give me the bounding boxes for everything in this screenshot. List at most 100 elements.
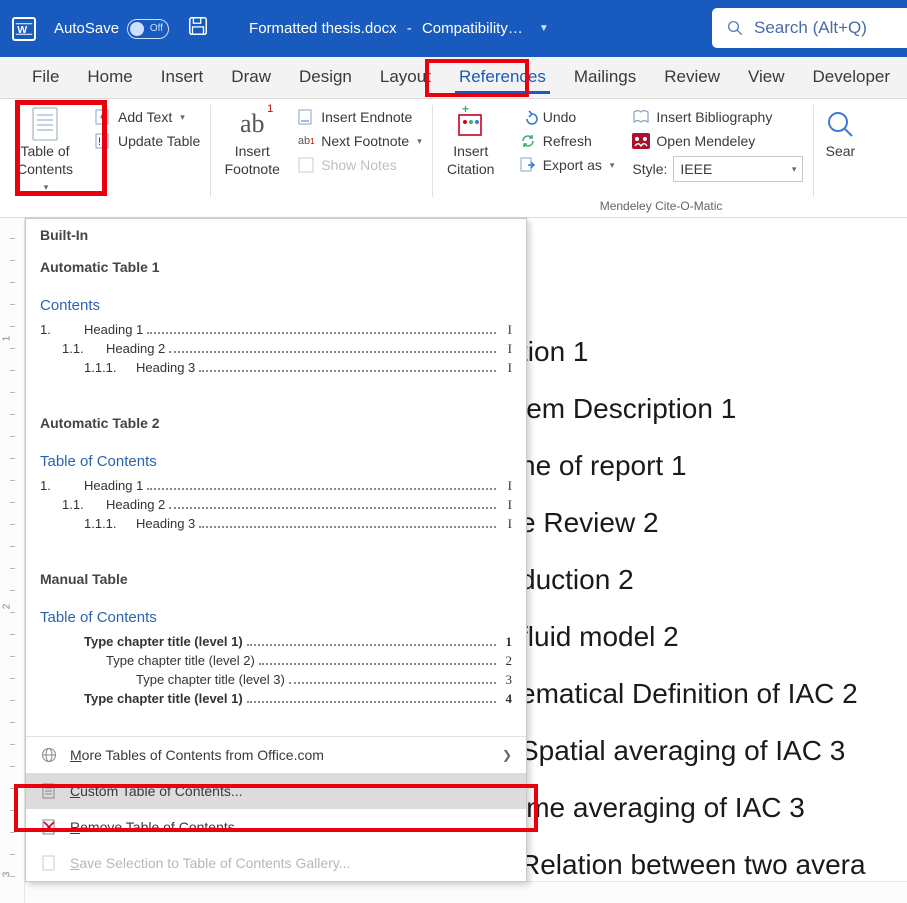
- ribbon-group-mendeley: Undo Refresh Export as ▾ Insert Bibliogr…: [509, 99, 814, 217]
- toc-builtin-header: Built-In: [26, 219, 526, 249]
- toc-preview-line: Type chapter title (level 1)4: [40, 691, 512, 707]
- tab-review[interactable]: Review: [650, 57, 734, 98]
- style-value: IEEE: [680, 161, 712, 177]
- toc-preview-title: Table of Contents: [40, 609, 512, 626]
- toc-more-office-button[interactable]: More Tables of Contents from Office.com …: [26, 737, 526, 773]
- document-line[interactable]: fluid model 2: [520, 623, 907, 651]
- tab-draw[interactable]: Draw: [217, 57, 285, 98]
- toc-preview-line: 1.1.1.Heading 3I: [40, 360, 512, 376]
- refresh-label: Refresh: [543, 133, 592, 149]
- toc-button-line1: Table of: [20, 143, 69, 159]
- chevron-right-icon: ❯: [502, 748, 512, 762]
- toc-style-option[interactable]: Automatic Table 1Contents1.Heading 1I1.1…: [26, 249, 526, 405]
- export-as-label: Export as: [543, 157, 602, 173]
- bibliography-icon: [632, 108, 650, 126]
- insert-citation-line2: Citation: [447, 161, 494, 177]
- document-body[interactable]: tion 1 lem Description 1 ne of report 1 e R…: [520, 338, 907, 903]
- chevron-down-icon: ▾: [180, 112, 185, 123]
- toggle-state-label: Off: [150, 23, 163, 34]
- chevron-down-icon[interactable]: ▾: [792, 164, 797, 175]
- show-notes-label: Show Notes: [321, 157, 396, 173]
- tab-design[interactable]: Design: [285, 57, 366, 98]
- next-footnote-button[interactable]: ab1 Next Footnote ▾: [293, 129, 425, 153]
- search-tools-label: Sear: [826, 143, 856, 159]
- show-notes-icon: [297, 156, 315, 174]
- undo-button[interactable]: Undo: [515, 105, 619, 129]
- title-bar: W AutoSave Off Formatted thesis.docx - C…: [0, 0, 907, 57]
- insert-footnote-button[interactable]: ab Insert Footnote: [217, 105, 287, 199]
- update-table-label: Update Table: [118, 133, 200, 149]
- add-text-label: Add Text: [118, 109, 172, 125]
- add-text-icon: +: [94, 108, 112, 126]
- chevron-down-icon[interactable]: ▼: [539, 23, 549, 34]
- export-as-button[interactable]: Export as ▾: [515, 153, 619, 177]
- undo-label: Undo: [543, 109, 576, 125]
- toc-button-line2: Contents: [17, 161, 73, 177]
- tab-references[interactable]: References: [445, 57, 560, 98]
- insert-footnote-icon: ab: [235, 107, 269, 141]
- toc-preview-line: 1.1.Heading 2I: [40, 497, 512, 513]
- save-gallery-icon: [40, 854, 58, 872]
- document-line[interactable]: tion 1: [520, 338, 907, 366]
- tab-layout[interactable]: Layout: [366, 57, 445, 98]
- toc-remove-button[interactable]: Remove Table of Contents: [26, 809, 526, 845]
- document-line[interactable]: ne of report 1: [520, 452, 907, 480]
- insert-citation-button[interactable]: + Insert Citation: [439, 105, 503, 199]
- autosave-control[interactable]: AutoSave Off: [54, 19, 169, 39]
- toc-remove-label: emove Table of Contents: [80, 819, 235, 835]
- ribbon-group-footnotes: ab Insert Footnote Insert Endnote ab1 Ne…: [211, 99, 431, 217]
- undo-icon: [519, 108, 537, 126]
- document-line[interactable]: duction 2: [520, 566, 907, 594]
- tab-file[interactable]: File: [18, 57, 73, 98]
- insert-bibliography-button[interactable]: Insert Bibliography: [628, 105, 807, 129]
- toc-preview-line: Type chapter title (level 3)3: [40, 672, 512, 688]
- document-title[interactable]: Formatted thesis.docx - Compatibility… ▼: [249, 20, 549, 37]
- insert-endnote-button[interactable]: Insert Endnote: [293, 105, 425, 129]
- insert-bibliography-label: Insert Bibliography: [656, 109, 772, 125]
- ribbon-group-citation: + Insert Citation: [433, 99, 509, 217]
- style-select[interactable]: IEEE ▾: [673, 156, 803, 182]
- next-footnote-icon: ab1: [297, 132, 315, 150]
- add-text-button[interactable]: + Add Text ▾: [90, 105, 204, 129]
- toc-style-title: Automatic Table 1: [40, 259, 512, 275]
- toc-preview-title: Table of Contents: [40, 453, 512, 470]
- document-line[interactable]: ime averaging of IAC 3: [520, 794, 907, 822]
- tab-home[interactable]: Home: [73, 57, 146, 98]
- toc-style-option[interactable]: Automatic Table 2Table of Contents1.Head…: [26, 405, 526, 561]
- open-mendeley-button[interactable]: Open Mendeley: [628, 129, 807, 153]
- toc-custom-button[interactable]: Custom Table of Contents...: [26, 773, 526, 809]
- refresh-button[interactable]: Refresh: [515, 129, 619, 153]
- tab-developer[interactable]: Developer: [799, 57, 905, 98]
- search-large-icon: [823, 107, 857, 141]
- insert-footnote-line1: Insert: [235, 143, 270, 159]
- tab-insert[interactable]: Insert: [147, 57, 218, 98]
- insert-footnote-line2: Footnote: [225, 161, 280, 177]
- toc-style-option[interactable]: Manual TableTable of ContentsType chapte…: [26, 561, 526, 736]
- document-line[interactable]: ematical Definition of IAC 2: [520, 680, 907, 708]
- toc-preview-line: Type chapter title (level 2)2: [40, 653, 512, 669]
- tab-mailings[interactable]: Mailings: [560, 57, 650, 98]
- search-placeholder: Search (Alt+Q): [754, 18, 867, 38]
- ribbon-group-research: Sear: [814, 99, 866, 217]
- document-line[interactable]: e Review 2: [520, 509, 907, 537]
- document-name: Formatted thesis.docx: [249, 20, 397, 37]
- search-icon: [726, 19, 744, 37]
- search-tools-button[interactable]: Sear: [820, 105, 860, 199]
- globe-icon: [40, 746, 58, 764]
- svg-text:+: +: [462, 102, 469, 116]
- export-as-icon: [519, 156, 537, 174]
- document-line[interactable]: Relation between two avera: [520, 851, 907, 879]
- save-button[interactable]: [187, 15, 209, 42]
- document-line[interactable]: lem Description 1: [520, 395, 907, 423]
- update-table-button[interactable]: ! Update Table: [90, 129, 204, 153]
- search-box[interactable]: Search (Alt+Q): [712, 8, 907, 48]
- ribbon-tabs: FileHomeInsertDrawDesignLayoutReferences…: [0, 57, 907, 99]
- document-line[interactable]: Spatial averaging of IAC 3: [520, 737, 907, 765]
- toc-preview-line: 1.Heading 1I: [40, 322, 512, 338]
- show-notes-button: Show Notes: [293, 153, 425, 177]
- horizontal-ruler: [25, 881, 907, 903]
- table-of-contents-button[interactable]: Table of Contents ▾: [6, 105, 84, 199]
- style-label: Style:: [632, 161, 667, 177]
- autosave-toggle[interactable]: Off: [127, 19, 169, 39]
- tab-view[interactable]: View: [734, 57, 799, 98]
